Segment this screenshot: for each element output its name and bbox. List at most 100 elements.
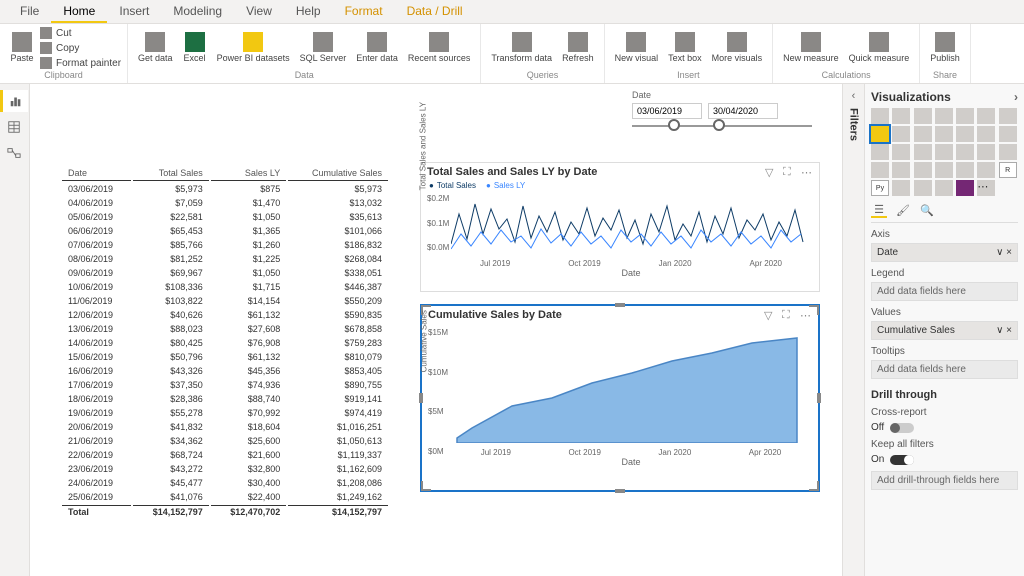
viz-gauge-icon[interactable] xyxy=(999,144,1017,160)
viz-multi-card-icon[interactable] xyxy=(892,162,910,178)
table-row[interactable]: 11/06/2019$103,822$14,154$550,209 xyxy=(62,295,388,307)
report-canvas[interactable]: Date DateTotal SalesSales LYCumulative S… xyxy=(30,84,842,576)
viz-import-icon[interactable]: ⋯ xyxy=(977,180,995,196)
menu-view[interactable]: View xyxy=(234,0,284,23)
viz-r-icon[interactable]: R xyxy=(999,162,1017,178)
table-header[interactable]: Cumulative Sales xyxy=(288,166,388,181)
viz-python-icon[interactable]: Py xyxy=(871,180,889,196)
resize-handle-br[interactable] xyxy=(809,481,819,491)
resize-handle-bl[interactable] xyxy=(421,481,431,491)
chevron-down-icon[interactable]: ∨ × xyxy=(996,325,1012,336)
viz-stacked-area-icon[interactable] xyxy=(892,126,910,142)
more-visuals-button[interactable]: More visuals xyxy=(708,30,767,66)
menu-format[interactable]: Format xyxy=(333,0,395,23)
viz-decomposition-icon[interactable] xyxy=(914,180,932,196)
table-header[interactable]: Date xyxy=(62,166,131,181)
viz-clustered-column-icon[interactable] xyxy=(935,108,953,124)
viz-funnel-icon[interactable] xyxy=(999,126,1017,142)
date-from-input[interactable] xyxy=(632,103,702,119)
pbi-datasets-button[interactable]: Power BI datasets xyxy=(213,30,294,66)
table-header[interactable]: Total Sales xyxy=(133,166,208,181)
more-icon[interactable]: ⋯ xyxy=(801,166,813,178)
viz-stacked-bar-icon[interactable] xyxy=(871,108,889,124)
table-row[interactable]: 24/06/2019$45,477$30,400$1,208,086 xyxy=(62,477,388,489)
focus-icon[interactable]: ⛶ xyxy=(782,309,794,321)
menu-modeling[interactable]: Modeling xyxy=(161,0,234,23)
axis-well[interactable]: Date∨ × xyxy=(871,243,1018,262)
tooltips-well[interactable]: Add data fields here xyxy=(871,360,1018,379)
viz-kpi-icon[interactable] xyxy=(914,162,932,178)
resize-handle-bottom[interactable] xyxy=(615,489,625,493)
recent-sources-button[interactable]: Recent sources xyxy=(404,30,475,66)
viz-line-clustered-icon[interactable] xyxy=(935,126,953,142)
focus-icon[interactable]: ⛶ xyxy=(783,166,795,178)
table-row[interactable]: 25/06/2019$41,076$22,400$1,249,162 xyxy=(62,491,388,503)
table-row[interactable]: 17/06/2019$37,350$74,936$890,755 xyxy=(62,379,388,391)
collapse-pane-icon[interactable]: › xyxy=(1014,90,1018,104)
resize-handle-top[interactable] xyxy=(615,303,625,307)
table-row[interactable]: 04/06/2019$7,059$1,470$13,032 xyxy=(62,197,388,209)
format-tab-icon[interactable]: 🖌 xyxy=(895,202,911,218)
fields-tab-icon[interactable]: ☰ xyxy=(871,202,887,218)
table-row[interactable]: 23/06/2019$43,272$32,800$1,162,609 xyxy=(62,463,388,475)
menu-insert[interactable]: Insert xyxy=(107,0,161,23)
report-view-button[interactable] xyxy=(0,90,28,112)
line-chart-visual[interactable]: Total Sales and Sales LY by Date ▽ ⛶ ⋯ T… xyxy=(420,162,820,292)
cut-button[interactable]: Cut xyxy=(40,26,121,40)
table-row[interactable]: 18/06/2019$28,386$88,740$919,141 xyxy=(62,393,388,405)
viz-key-influencers-icon[interactable] xyxy=(892,180,910,196)
refresh-button[interactable]: Refresh xyxy=(558,30,598,66)
date-slicer[interactable]: Date xyxy=(632,90,812,127)
expand-filters-icon[interactable]: ‹ xyxy=(852,90,856,102)
new-visual-button[interactable]: New visual xyxy=(611,30,663,66)
viz-ribbon-icon[interactable] xyxy=(956,126,974,142)
table-row[interactable]: 22/06/2019$68,724$21,600$1,119,337 xyxy=(62,449,388,461)
new-measure-button[interactable]: New measure xyxy=(779,30,843,66)
viz-slicer-icon[interactable] xyxy=(935,162,953,178)
table-row[interactable]: 21/06/2019$34,362$25,600$1,050,613 xyxy=(62,435,388,447)
viz-pie-icon[interactable] xyxy=(892,144,910,160)
date-to-input[interactable] xyxy=(708,103,778,119)
date-slider[interactable] xyxy=(632,125,812,127)
data-view-button[interactable] xyxy=(0,116,28,138)
viz-treemap-icon[interactable] xyxy=(935,144,953,160)
table-row[interactable]: 03/06/2019$5,973$875$5,973 xyxy=(62,183,388,195)
table-row[interactable]: 10/06/2019$108,336$1,715$446,387 xyxy=(62,281,388,293)
viz-card-icon[interactable] xyxy=(871,162,889,178)
viz-filled-map-icon[interactable] xyxy=(977,144,995,160)
model-view-button[interactable] xyxy=(0,142,28,164)
slider-handle-from[interactable] xyxy=(668,119,680,131)
table-row[interactable]: 14/06/2019$80,425$76,908$759,283 xyxy=(62,337,388,349)
paste-button[interactable]: Paste xyxy=(6,30,38,66)
table-row[interactable]: 07/06/2019$85,766$1,260$186,832 xyxy=(62,239,388,251)
menu-data-drill[interactable]: Data / Drill xyxy=(395,0,475,23)
menu-help[interactable]: Help xyxy=(284,0,333,23)
viz-waterfall-icon[interactable] xyxy=(977,126,995,142)
filter-icon[interactable]: ▽ xyxy=(764,309,776,321)
viz-powerapps-icon[interactable] xyxy=(956,180,974,196)
format-painter-button[interactable]: Format painter xyxy=(40,56,121,70)
table-row[interactable]: 09/06/2019$69,967$1,050$338,051 xyxy=(62,267,388,279)
chevron-down-icon[interactable]: ∨ × xyxy=(996,247,1012,258)
enter-data-button[interactable]: Enter data xyxy=(352,30,402,66)
filters-pane-collapsed[interactable]: ‹ Filters xyxy=(842,84,864,576)
get-data-button[interactable]: Get data xyxy=(134,30,177,66)
table-row[interactable]: 13/06/2019$88,023$27,608$678,858 xyxy=(62,323,388,335)
table-row[interactable]: 08/06/2019$81,252$1,225$268,084 xyxy=(62,253,388,265)
menu-home[interactable]: Home xyxy=(51,0,107,23)
viz-matrix-icon[interactable] xyxy=(977,162,995,178)
viz-table-icon[interactable] xyxy=(956,162,974,178)
viz-donut-icon[interactable] xyxy=(914,144,932,160)
area-chart-visual[interactable]: Cumulative Sales by Date ▽ ⛶ ⋯ Cumulativ… xyxy=(420,304,820,492)
viz-100-bar-icon[interactable] xyxy=(956,108,974,124)
table-row[interactable]: 19/06/2019$55,278$70,992$974,419 xyxy=(62,407,388,419)
analytics-tab-icon[interactable]: 🔍 xyxy=(919,202,935,218)
menu-file[interactable]: File xyxy=(8,0,51,23)
viz-line-stacked-icon[interactable] xyxy=(914,126,932,142)
excel-button[interactable]: Excel xyxy=(179,30,211,66)
sales-table[interactable]: DateTotal SalesSales LYCumulative Sales … xyxy=(60,164,390,520)
text-box-button[interactable]: Text box xyxy=(664,30,706,66)
viz-scatter-icon[interactable] xyxy=(871,144,889,160)
table-header[interactable]: Sales LY xyxy=(211,166,286,181)
table-row[interactable]: 12/06/2019$40,626$61,132$590,835 xyxy=(62,309,388,321)
